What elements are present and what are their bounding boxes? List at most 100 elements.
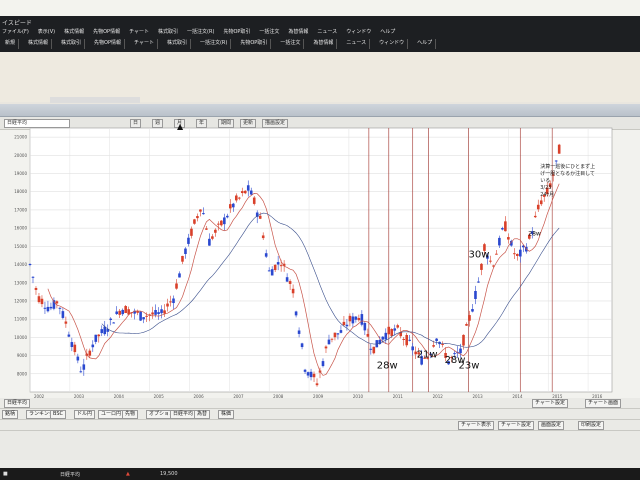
candle-body — [220, 220, 223, 226]
toolbar-menu-item-9[interactable]: 為替情報 — [310, 39, 338, 49]
bottom-button-3[interactable]: ドル円 — [74, 410, 96, 419]
candle-body — [360, 314, 364, 325]
candle-body — [273, 264, 277, 271]
candle-body — [342, 321, 346, 326]
bottom-tab-2[interactable]: チャート画面 — [585, 399, 621, 408]
candle-body — [327, 339, 331, 345]
candle-body — [351, 316, 355, 324]
candle-body — [79, 371, 83, 373]
candle-body — [184, 248, 187, 255]
taskbar-value: 19,500 — [160, 471, 178, 477]
candle-body — [261, 235, 265, 239]
menu-item-0[interactable]: ファイル(F) — [2, 28, 29, 37]
toolbar-menu-item-0[interactable]: 新規 — [2, 39, 20, 49]
toolbar-menu-item-1[interactable]: 株式情報 — [25, 39, 53, 49]
candle-body — [554, 160, 558, 162]
toolbar-menu-item-6[interactable]: 一括注文(R) — [197, 39, 232, 49]
candle-body — [94, 334, 98, 342]
candle-body — [202, 213, 205, 215]
candle-body — [387, 326, 391, 335]
bottom-button-5[interactable]: 先物 — [122, 410, 139, 419]
candle-body — [408, 339, 411, 341]
bottom-right-button-3[interactable]: 印刷設定 — [578, 421, 605, 430]
candle-body — [402, 338, 406, 340]
y-tick-label: 17000 — [14, 207, 27, 212]
toolbar-menu-item-2[interactable]: 株式取引 — [58, 39, 86, 49]
toolbar-menu-item-10[interactable]: ニュース — [343, 39, 371, 49]
toolbar-menu-item-4[interactable]: チャート — [131, 39, 158, 49]
minimized-window[interactable] — [50, 97, 140, 103]
menu-item-2[interactable]: 株式情報 — [64, 28, 84, 37]
photo-top-edge — [0, 0, 640, 16]
bottom-button-2[interactable]: BSC — [50, 410, 67, 419]
candle-body — [339, 330, 343, 333]
candle-body — [366, 334, 370, 337]
candle-body — [300, 343, 304, 348]
candle-body — [73, 344, 77, 353]
candle-body — [115, 311, 119, 315]
bottom-button-7[interactable]: 日経平均 — [170, 410, 197, 419]
y-tick-label: 11000 — [14, 317, 27, 322]
background-gap — [0, 52, 640, 103]
menu-item-11[interactable]: ウィンドウ — [346, 28, 371, 37]
candle-body — [91, 344, 95, 348]
menu-item-1[interactable]: 表示(V) — [38, 28, 55, 37]
candle-body — [163, 310, 166, 314]
candle-body — [345, 324, 349, 327]
candle-body — [232, 203, 235, 208]
cycle-annotation: 28w — [528, 230, 541, 237]
bottom-button-4[interactable]: ユーロ円 — [98, 410, 125, 419]
candle-body — [181, 255, 184, 262]
candle-body — [501, 228, 504, 230]
candle-body — [121, 309, 124, 315]
bottom-button-0[interactable]: 銘柄 — [2, 410, 19, 419]
candle-body — [276, 262, 280, 265]
candle-body — [462, 334, 465, 346]
menu-item-5[interactable]: 株式取引 — [158, 28, 178, 37]
toolbar-menu-item-8[interactable]: 一括注文 — [277, 39, 305, 49]
bottom-right-button-1[interactable]: チャート設定 — [498, 421, 534, 430]
candle-body — [539, 200, 543, 205]
candle-body — [489, 260, 492, 262]
bottom-button-8[interactable]: 為替 — [194, 410, 211, 419]
toolbar-menu-item-7[interactable]: 先物OP取引 — [237, 39, 272, 49]
menu-item-3[interactable]: 先物OP情報 — [93, 28, 120, 37]
candle-body — [312, 373, 316, 378]
menu-item-8[interactable]: 一括注文 — [259, 28, 279, 37]
candle-body — [557, 144, 561, 154]
candle-body — [64, 321, 68, 324]
candle-body — [49, 306, 53, 309]
menu-item-7[interactable]: 先物OP取引 — [223, 28, 250, 37]
menu-item-12[interactable]: ヘルプ — [380, 28, 395, 37]
bottom-right-button-2[interactable]: 画面設定 — [538, 421, 565, 430]
bottom-button-row: 銘柄 ランキング BSC ドル円 ユーロ円 先物 オプション 日経平均 為替 株価 — [0, 409, 640, 420]
toolbar-menu-item-3[interactable]: 先物OP情報 — [91, 39, 125, 49]
menu-item-6[interactable]: 一括注文(R) — [187, 28, 214, 37]
menu-row-toolbar: 新規 株式情報 株式取引 先物OP情報 チャート 株式取引 一括注文(R) 先物OP取引 一括注… — [2, 39, 638, 49]
start-icon[interactable]: ■ — [3, 471, 8, 477]
bottom-tab-0[interactable]: 日経平均 — [4, 399, 31, 408]
bottom-tab-1[interactable]: チャート設定 — [532, 399, 568, 408]
menu-item-9[interactable]: 為替情報 — [288, 28, 308, 37]
candle-body — [243, 190, 247, 194]
candle-body — [372, 346, 376, 354]
bottom-tab-row: 日経平均 チャート設定 チャート画面 — [0, 398, 640, 409]
bottom-right-button-row: チャート表示 チャート設定 画面設定 印刷設定 — [0, 420, 640, 431]
y-tick-label: 12000 — [14, 298, 27, 303]
toolbar-menu-item-12[interactable]: ヘルプ — [414, 39, 437, 49]
candle-body — [384, 332, 388, 340]
cycle-annotation: 28w — [377, 360, 398, 371]
toolbar-menu-item-11[interactable]: ウィンドウ — [376, 39, 409, 49]
candle-body — [226, 215, 229, 218]
toolbar-menu-item-5[interactable]: 株式取引 — [164, 39, 191, 49]
candle-body — [160, 309, 163, 314]
candle-body — [357, 317, 361, 321]
candle-body — [246, 185, 250, 191]
bottom-button-9[interactable]: 株価 — [218, 410, 235, 419]
menu-item-10[interactable]: ニュース — [317, 28, 337, 37]
bottom-right-button-0[interactable]: チャート表示 — [458, 421, 494, 430]
menu-item-4[interactable]: チャート — [129, 28, 149, 37]
candle-body — [279, 265, 283, 267]
candle-body — [103, 326, 107, 335]
candle-body — [516, 253, 519, 256]
